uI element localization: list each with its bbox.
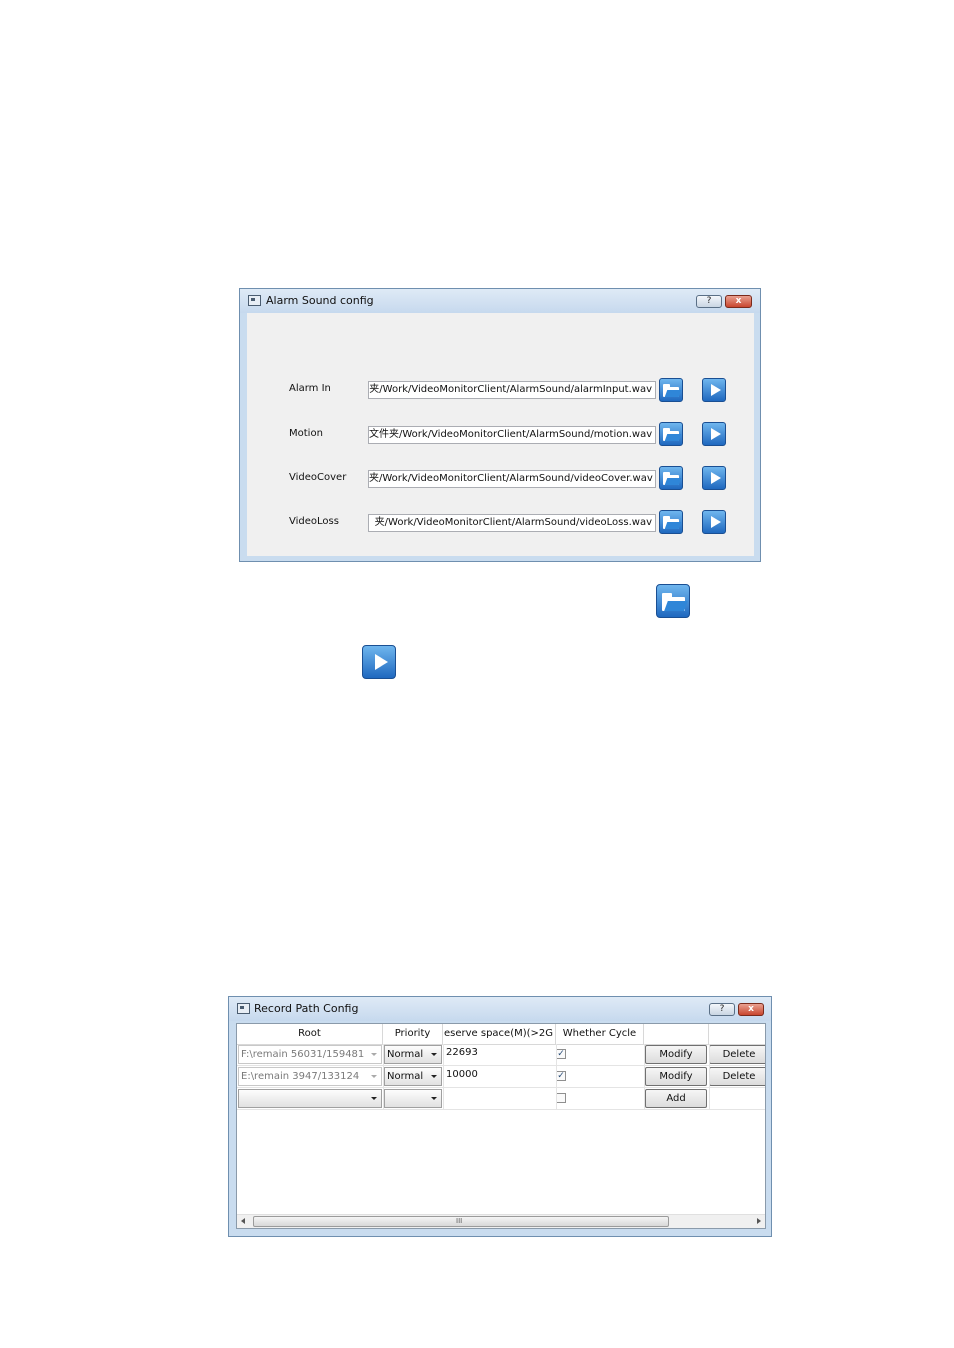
new-priority-select[interactable] bbox=[384, 1089, 442, 1108]
close-button[interactable]: x bbox=[725, 295, 752, 308]
video-loss-play-button[interactable] bbox=[702, 510, 726, 534]
chevron-down-icon bbox=[431, 1075, 437, 1078]
scroll-left-arrow-icon[interactable] bbox=[241, 1218, 245, 1224]
play-illustration bbox=[362, 645, 396, 679]
horizontal-scrollbar[interactable]: III bbox=[237, 1214, 765, 1228]
modify-button[interactable]: Modify bbox=[645, 1067, 707, 1086]
alarm-window-titlebar[interactable]: Alarm Sound config ? x bbox=[240, 289, 760, 313]
chevron-down-icon bbox=[371, 1075, 377, 1078]
video-cover-play-button[interactable] bbox=[702, 466, 726, 490]
window-app-icon bbox=[248, 295, 261, 306]
alarm-in-play-button[interactable] bbox=[702, 378, 726, 402]
scroll-right-arrow-icon[interactable] bbox=[757, 1218, 761, 1224]
scrollbar-grip: III bbox=[456, 1217, 463, 1225]
column-header-root[interactable]: Root bbox=[237, 1024, 383, 1044]
add-button[interactable]: Add bbox=[645, 1089, 707, 1108]
browse-folder-illustration bbox=[656, 584, 690, 618]
help-button[interactable]: ? bbox=[709, 1003, 735, 1016]
column-header-delete bbox=[709, 1024, 765, 1044]
column-divider bbox=[556, 1044, 557, 1110]
alarm-in-label: Alarm In bbox=[289, 383, 331, 394]
motion-label: Motion bbox=[289, 428, 323, 439]
new-cycle-checkbox[interactable] bbox=[556, 1093, 566, 1103]
priority-select[interactable]: Normal bbox=[384, 1045, 442, 1064]
reserve-space-value[interactable]: 22693 bbox=[446, 1047, 478, 1058]
column-divider bbox=[443, 1044, 444, 1110]
video-loss-browse-button[interactable] bbox=[659, 510, 683, 534]
motion-browse-button[interactable] bbox=[659, 422, 683, 446]
reserve-space-value[interactable]: 10000 bbox=[446, 1069, 478, 1080]
column-header-whether-cycle[interactable]: Whether Cycle bbox=[556, 1024, 644, 1044]
table-row: F:\remain 56031/159481 Normal 22693 ✓ Mo… bbox=[237, 1044, 765, 1066]
column-divider bbox=[383, 1044, 384, 1110]
alarm-sound-config-window: Alarm Sound config ? x Alarm In 夹/Work/V… bbox=[239, 288, 761, 562]
table-header: Root Priority eserve space(M)(>2G Whethe… bbox=[237, 1024, 765, 1045]
motion-play-button[interactable] bbox=[702, 422, 726, 446]
new-path-row: Add bbox=[237, 1088, 765, 1110]
column-header-priority[interactable]: Priority bbox=[383, 1024, 443, 1044]
record-path-table: Root Priority eserve space(M)(>2G Whethe… bbox=[236, 1023, 766, 1229]
alarm-window-title: Alarm Sound config bbox=[266, 294, 374, 307]
column-divider bbox=[709, 1044, 710, 1110]
window-app-icon bbox=[237, 1003, 250, 1014]
table-row: E:\remain 3947/133124 Normal 10000 ✓ Mod… bbox=[237, 1066, 765, 1088]
root-select[interactable]: E:\remain 3947/133124 bbox=[238, 1067, 382, 1086]
video-loss-label: VideoLoss bbox=[289, 516, 339, 527]
alarm-in-browse-button[interactable] bbox=[659, 378, 683, 402]
chevron-down-icon bbox=[431, 1097, 437, 1100]
video-loss-path-input[interactable]: 夹/Work/VideoMonitorClient/AlarmSound/vid… bbox=[368, 514, 656, 532]
cycle-checkbox[interactable]: ✓ bbox=[556, 1071, 566, 1081]
close-button[interactable]: x bbox=[738, 1003, 764, 1016]
video-cover-path-input[interactable]: 夹/Work/VideoMonitorClient/AlarmSound/vid… bbox=[368, 470, 656, 488]
record-window-titlebar[interactable]: Record Path Config ? x bbox=[229, 997, 771, 1021]
cycle-checkbox[interactable]: ✓ bbox=[556, 1049, 566, 1059]
column-header-reserve-space[interactable]: eserve space(M)(>2G bbox=[443, 1024, 556, 1044]
alarm-window-client: Alarm In 夹/Work/VideoMonitorClient/Alarm… bbox=[247, 313, 754, 556]
new-root-select[interactable] bbox=[238, 1089, 382, 1108]
priority-select[interactable]: Normal bbox=[384, 1067, 442, 1086]
motion-path-input[interactable]: 文件夹/Work/VideoMonitorClient/AlarmSound/m… bbox=[368, 426, 656, 444]
video-cover-browse-button[interactable] bbox=[659, 466, 683, 490]
record-window-title: Record Path Config bbox=[254, 1002, 359, 1015]
chevron-down-icon bbox=[371, 1097, 377, 1100]
modify-button[interactable]: Modify bbox=[645, 1045, 707, 1064]
root-select[interactable]: F:\remain 56031/159481 bbox=[238, 1045, 382, 1064]
delete-button[interactable]: Delete bbox=[709, 1045, 765, 1064]
video-cover-label: VideoCover bbox=[289, 472, 347, 483]
chevron-down-icon bbox=[431, 1053, 437, 1056]
delete-button[interactable]: Delete bbox=[709, 1067, 765, 1086]
help-button[interactable]: ? bbox=[696, 295, 722, 308]
scrollbar-thumb[interactable]: III bbox=[253, 1216, 669, 1227]
alarm-in-path-input[interactable]: 夹/Work/VideoMonitorClient/AlarmSound/ala… bbox=[368, 381, 656, 399]
column-header-modify bbox=[644, 1024, 709, 1044]
column-divider bbox=[644, 1044, 645, 1110]
record-path-config-window: Record Path Config ? x Root Priority ese… bbox=[228, 996, 772, 1237]
chevron-down-icon bbox=[371, 1053, 377, 1056]
